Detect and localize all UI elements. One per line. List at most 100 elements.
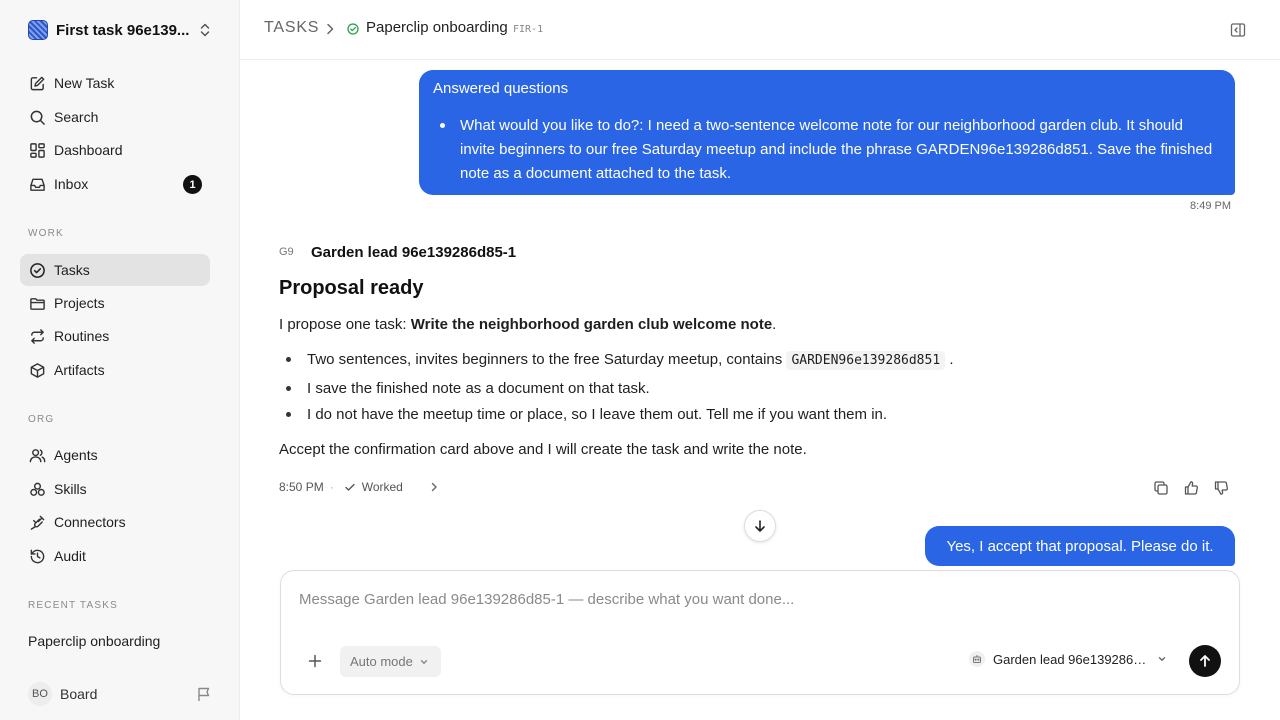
- inbox-icon: [28, 175, 46, 193]
- nav-tasks-label: Tasks: [54, 262, 90, 278]
- mode-label: Auto mode: [350, 654, 413, 669]
- avatar: BO: [28, 682, 52, 706]
- nav-inbox[interactable]: Inbox 1: [20, 168, 210, 200]
- section-org-label: ORG: [28, 414, 55, 425]
- section-work-label: WORK: [28, 228, 64, 239]
- nav-dashboard-label: Dashboard: [54, 142, 123, 158]
- nav-dashboard[interactable]: Dashboard: [20, 134, 210, 166]
- message-meta: 8:50 PM · Worked: [279, 480, 439, 494]
- page-header: TASKS Paperclip onboarding FIR-1: [240, 0, 1280, 60]
- plug-icon: [28, 513, 46, 531]
- status-check-icon: [347, 23, 359, 35]
- thumbs-up-icon[interactable]: [1183, 480, 1199, 496]
- nav-connectors-label: Connectors: [54, 514, 126, 530]
- chevron-right-icon: [327, 23, 334, 35]
- proposal-bullet: I save the finished note as a document o…: [307, 380, 650, 397]
- robot-icon: [969, 651, 985, 667]
- answered-question-item: What would you like to do?: I need a two…: [460, 117, 1213, 182]
- nav-routines[interactable]: Routines: [20, 320, 210, 352]
- chevron-up-down-icon: [200, 23, 210, 37]
- agent-header: G9 Garden lead 96e139286d85-1: [279, 242, 516, 262]
- nav-agents-label: Agents: [54, 447, 98, 463]
- pencil-square-icon: [28, 74, 46, 92]
- message-composer: Auto mode Garden lead 96e139286d85-1: [280, 570, 1240, 695]
- nav-audit[interactable]: Audit: [20, 540, 210, 572]
- nav-projects[interactable]: Projects: [20, 287, 210, 319]
- agent-selector[interactable]: Garden lead 96e139286d85-1: [969, 651, 1167, 667]
- skills-icon: [28, 480, 46, 498]
- intro-task-name: Write the neighborhood garden club welco…: [410, 316, 773, 333]
- nav-projects-label: Projects: [54, 295, 105, 311]
- nav-skills-label: Skills: [54, 481, 87, 497]
- bullet-dot: [286, 412, 291, 417]
- breadcrumb-root[interactable]: TASKS: [264, 19, 319, 37]
- arrow-down-icon: [755, 520, 765, 532]
- nav-agents[interactable]: Agents: [20, 439, 210, 471]
- proposal-closing: Accept the confirmation card above and I…: [279, 441, 807, 458]
- bullet1-prefix: Two sentences, invites beginners to the …: [307, 351, 787, 368]
- bullet1-suffix: .: [949, 351, 954, 368]
- nav-artifacts[interactable]: Artifacts: [20, 354, 210, 386]
- nav-tasks[interactable]: Tasks: [20, 254, 210, 286]
- proposal-intro: I propose one task: Write the neighborho…: [279, 316, 776, 333]
- proposal-bullet: I do not have the meetup time or place, …: [307, 406, 888, 423]
- workspace-logo: [28, 20, 48, 40]
- message-timestamp: 8:50 PM: [279, 480, 324, 494]
- bullet-dot: [286, 357, 291, 362]
- breadcrumb-current: Paperclip onboarding: [366, 19, 508, 36]
- check-icon: [345, 483, 355, 491]
- agent-selector-label: Garden lead 96e139286d85-1: [993, 651, 1149, 667]
- nav-audit-label: Audit: [54, 548, 86, 564]
- answered-questions-title: Answered questions: [433, 80, 569, 97]
- dashboard-icon: [28, 141, 46, 159]
- nav-routines-label: Routines: [54, 328, 110, 344]
- nav-new-task[interactable]: New Task: [20, 67, 210, 99]
- check-circle-icon: [28, 261, 46, 279]
- panel-toggle-icon[interactable]: [1230, 22, 1246, 38]
- search-icon: [28, 108, 46, 126]
- message-timestamp: 8:49 PM: [1190, 200, 1231, 212]
- folder-icon: [28, 294, 46, 312]
- intro-prefix: I propose one task:: [279, 316, 411, 333]
- inline-code: GARDEN96e139286d851: [786, 351, 946, 370]
- nav-search-label: Search: [54, 109, 99, 125]
- proposal-bullet: Two sentences, invites beginners to the …: [307, 351, 954, 370]
- flag-icon[interactable]: [196, 686, 212, 702]
- workspace-switcher[interactable]: First task 96e139...: [20, 14, 220, 46]
- intro-suffix: .: [772, 316, 777, 333]
- cube-icon: [28, 361, 46, 379]
- arrow-up-icon: [1200, 655, 1210, 667]
- chevron-right-icon[interactable]: [429, 481, 439, 493]
- nav-connectors[interactable]: Connectors: [20, 506, 210, 538]
- recent-task-item[interactable]: Paperclip onboarding: [28, 633, 160, 649]
- send-button[interactable]: [1189, 645, 1221, 677]
- thumbs-down-icon[interactable]: [1213, 480, 1229, 496]
- chevron-down-icon: [1158, 657, 1166, 661]
- nav-skills[interactable]: Skills: [20, 473, 210, 505]
- chevron-down-icon: [420, 659, 428, 664]
- user-menu[interactable]: BO Board: [20, 680, 220, 708]
- proposal-heading: Proposal ready: [279, 277, 424, 299]
- section-recent-label: RECENT TASKS: [28, 600, 118, 611]
- bullet-dot: [286, 386, 291, 391]
- nav-new-task-label: New Task: [54, 75, 115, 91]
- user-name: Board: [60, 686, 98, 702]
- message-input[interactable]: [299, 591, 1219, 608]
- agent-name: Garden lead 96e139286d85-1: [311, 243, 517, 261]
- copy-icon[interactable]: [1153, 480, 1169, 496]
- run-status[interactable]: Worked: [362, 480, 403, 494]
- task-id: FIR-1: [513, 24, 544, 35]
- answered-questions-bubble: Answered questions What would you like t…: [419, 70, 1235, 195]
- mode-selector[interactable]: Auto mode: [340, 646, 441, 677]
- inbox-count-badge: 1: [183, 175, 202, 194]
- add-attachment-icon[interactable]: [307, 653, 323, 669]
- repeat-icon: [28, 327, 46, 345]
- agent-avatar: G9: [279, 246, 294, 258]
- workspace-name: First task 96e139...: [56, 21, 190, 39]
- nav-search[interactable]: Search: [20, 101, 210, 133]
- history-icon: [28, 547, 46, 565]
- nav-inbox-label: Inbox: [54, 176, 89, 192]
- scroll-to-bottom-button[interactable]: [744, 510, 776, 542]
- sidebar: First task 96e139... New Task Search Das…: [0, 0, 240, 720]
- bullet-dot: [440, 123, 445, 128]
